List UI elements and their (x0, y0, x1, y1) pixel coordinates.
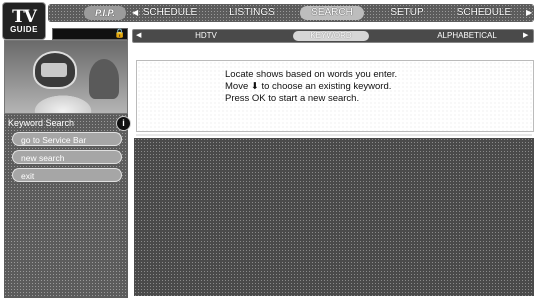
divider (136, 134, 532, 136)
lock-icon: 🔒 (114, 28, 126, 38)
video-player-figure (33, 51, 77, 89)
menu-item-schedule[interactable]: SCHEDULE (140, 4, 200, 22)
search-tab-bar: ◀ HDTV KEYWORD ALPHABETICAL ▶ (132, 29, 534, 43)
new-search-button[interactable]: new search (12, 150, 122, 164)
tab-left-arrow-icon[interactable]: ◀ (136, 30, 141, 42)
tv-guide-logo: TV GUIDE (2, 2, 46, 40)
tab-hdtv[interactable]: HDTV (179, 30, 233, 42)
tab-alphabetical[interactable]: ALPHABETICAL (419, 30, 515, 42)
instruction-line-2: Move ⬇ to choose an existing keyword. (225, 81, 392, 92)
logo-guide-text: GUIDE (10, 24, 38, 34)
right-arrow-icon[interactable]: ▶ (526, 4, 532, 22)
live-video-preview (4, 40, 128, 114)
pip-button[interactable]: P.I.P. (84, 6, 126, 20)
left-arrow-icon[interactable]: ◀ (132, 4, 138, 22)
exit-button[interactable]: exit (12, 168, 122, 182)
go-to-service-bar-button[interactable]: go to Service Bar (12, 132, 122, 146)
top-menu-bar: P.I.P. ◀ SCHEDULE LISTINGS SEARCH SETUP … (48, 4, 534, 22)
video-player-figure-2 (89, 59, 119, 99)
instructions-box: Locate shows based on words you enter. M… (136, 60, 534, 132)
menu-item-search[interactable]: SEARCH (300, 6, 364, 20)
instruction-line-1: Locate shows based on words you enter. (225, 69, 398, 80)
menu-item-listings[interactable]: LISTINGS (224, 4, 280, 22)
tab-right-arrow-icon[interactable]: ▶ (523, 30, 528, 42)
tv-guide-screen: TV GUIDE P.I.P. ◀ SCHEDULE LISTINGS SEAR… (0, 0, 536, 298)
instruction-line-3: Press OK to start a new search. (225, 93, 360, 104)
results-area (134, 138, 534, 296)
menu-item-setup[interactable]: SETUP (382, 4, 432, 22)
logo-tv-text: TV (12, 6, 37, 27)
menu-item-schedule-2[interactable]: SCHEDULE (446, 4, 522, 22)
tab-keyword[interactable]: KEYWORD (293, 31, 369, 41)
left-panel: Keyword Search i go to Service Bar new s… (4, 114, 131, 298)
panel-title: Keyword Search (8, 118, 75, 128)
info-icon[interactable]: i (116, 116, 131, 131)
